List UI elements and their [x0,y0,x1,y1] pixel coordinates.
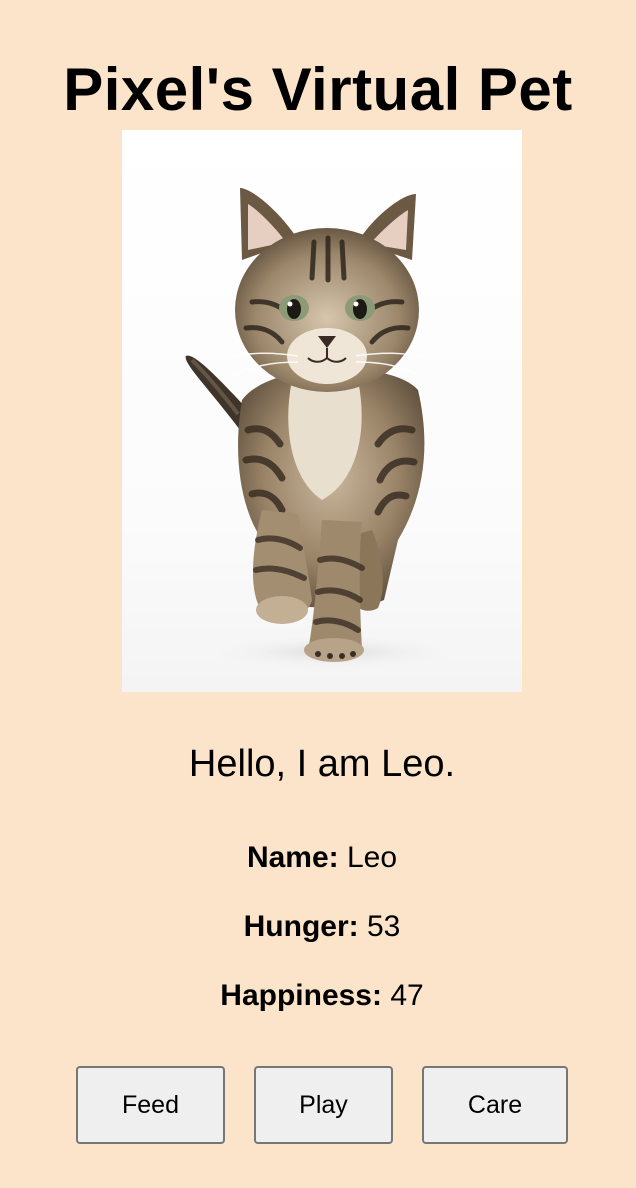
stat-happiness: Happiness: 47 [0,978,636,1014]
feed-button[interactable]: Feed [76,1066,225,1144]
pet-image [122,130,522,692]
pet-greeting: Hello, I am Leo. [188,743,456,785]
kitten-illustration [185,188,462,670]
stat-name-label: Name: [246,841,339,874]
stat-hunger-label: Hunger: [243,910,359,943]
stat-hunger: Hunger: 53 [0,909,636,945]
play-button[interactable]: Play [254,1066,393,1144]
stat-happiness-label: Happiness: [220,979,382,1012]
page-title: Pixel's Virtual Pet [63,56,573,124]
care-button[interactable]: Care [422,1066,568,1144]
stat-happiness-value: 47 [390,979,424,1012]
stat-hunger-value: 53 [366,910,401,943]
stat-name-value: Leo [346,841,398,874]
stat-name: Name: Leo [0,840,636,876]
